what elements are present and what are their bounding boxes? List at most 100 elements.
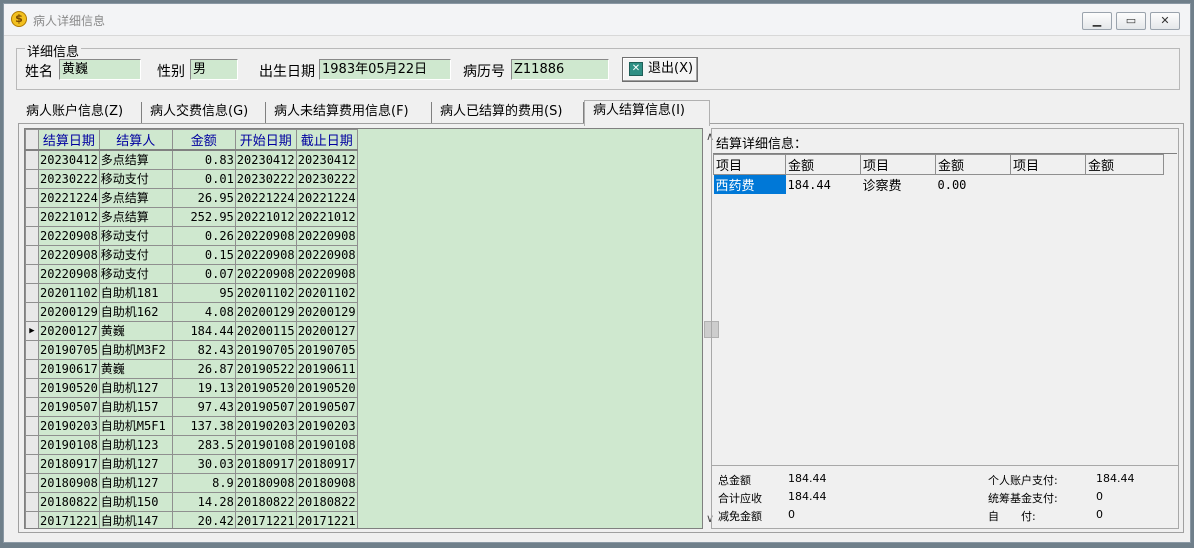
table-cell[interactable]: 20221012 (234, 206, 297, 227)
row-indicator[interactable] (25, 225, 39, 246)
table-cell[interactable]: 26.95 (171, 187, 236, 208)
table-cell[interactable]: 97.43 (171, 396, 236, 417)
table-cell[interactable]: 20220908 (38, 263, 100, 284)
table-row[interactable]: 20190705 自助机M3F2 82.43 20190705 20190705 (25, 339, 358, 360)
current-row-indicator-icon[interactable]: ▶ (25, 320, 39, 341)
table-cell[interactable]: 20200129 (295, 301, 358, 322)
table-cell[interactable]: 184.44 (171, 320, 236, 341)
table-row[interactable]: 20190617 黄巍 26.87 20190522 20190611 (25, 358, 358, 379)
table-cell[interactable]: 移动支付 (98, 168, 173, 189)
table-row[interactable]: 20220908 移动支付 0.15 20220908 20220908 (25, 244, 358, 265)
table-cell[interactable]: 20220908 (295, 244, 358, 265)
table-cell[interactable]: 0.07 (171, 263, 236, 284)
tab-unsettled[interactable]: 病人未结算费用信息(F) (266, 102, 432, 124)
table-cell[interactable]: 8.9 (171, 472, 236, 493)
table-cell[interactable]: 20190705 (295, 339, 358, 360)
table-cell[interactable]: 20230412 (38, 149, 100, 170)
table-cell[interactable]: 20180908 (234, 472, 297, 493)
tab-account[interactable]: 病人账户信息(Z) (18, 102, 142, 124)
tab-settlement-info[interactable]: 病人结算信息(I) (584, 100, 710, 126)
detail-cell[interactable]: 184.44 (786, 175, 861, 195)
table-cell[interactable]: 20201102 (295, 282, 358, 303)
table-cell[interactable]: 20220908 (234, 244, 297, 265)
table-cell[interactable]: 20171221 (295, 510, 358, 528)
table-row[interactable]: 20190520 自助机127 19.13 20190520 20190520 (25, 377, 358, 398)
table-cell[interactable]: 20190705 (234, 339, 297, 360)
table-row[interactable]: 20190108 自助机123 283.5 20190108 20190108 (25, 434, 358, 455)
row-indicator[interactable] (25, 396, 39, 417)
table-cell[interactable]: 20200129 (234, 301, 297, 322)
table-cell[interactable]: 20190507 (38, 396, 100, 417)
table-cell[interactable]: 20190203 (38, 415, 100, 436)
row-indicator[interactable] (25, 491, 39, 512)
row-indicator[interactable] (25, 453, 39, 474)
table-cell[interactable]: 20190203 (295, 415, 358, 436)
title-bar[interactable]: $ 病人详细信息 ▁ ▭ ✕ (4, 4, 1190, 36)
table-cell[interactable]: 0.26 (171, 225, 236, 246)
table-cell[interactable]: 20230412 (234, 149, 297, 170)
table-cell[interactable]: 137.38 (171, 415, 236, 436)
table-cell[interactable]: 20171221 (38, 510, 100, 528)
table-cell[interactable]: 自助机150 (98, 491, 173, 512)
table-cell[interactable]: 20201102 (234, 282, 297, 303)
table-cell[interactable]: 自助机127 (98, 377, 173, 398)
table-cell[interactable]: 20220908 (38, 244, 100, 265)
table-row[interactable]: 20190203 自助机M5F1 137.38 20190203 20190203 (25, 415, 358, 436)
table-cell[interactable]: 252.95 (171, 206, 236, 227)
gender-field[interactable]: 男 (190, 59, 238, 80)
row-indicator[interactable] (25, 168, 39, 189)
table-cell[interactable]: 20221224 (295, 187, 358, 208)
table-cell[interactable]: 20190203 (234, 415, 297, 436)
table-cell[interactable]: 自助机157 (98, 396, 173, 417)
table-cell[interactable]: 0.15 (171, 244, 236, 265)
row-indicator[interactable] (25, 206, 39, 227)
table-cell[interactable]: 20230222 (234, 168, 297, 189)
table-cell[interactable]: 多点结算 (98, 187, 173, 208)
table-cell[interactable]: 20190611 (295, 358, 358, 379)
table-row[interactable]: ▶ 20200127 黄巍 184.44 20200115 20200127 (25, 320, 358, 341)
settlement-detail-grid[interactable]: 项目 金额 项目 金额 项目 金额 西药费 184.44 诊察费 0.00 (713, 153, 1177, 465)
table-cell[interactable]: 20190705 (38, 339, 100, 360)
table-cell[interactable]: 20190520 (295, 377, 358, 398)
table-cell[interactable]: 移动支付 (98, 225, 173, 246)
table-cell[interactable]: 30.03 (171, 453, 236, 474)
table-cell[interactable]: 19.13 (171, 377, 236, 398)
table-row[interactable]: 20201102 自助机181 95 20201102 20201102 (25, 282, 358, 303)
row-indicator[interactable] (25, 472, 39, 493)
detail-cell[interactable]: 西药费 (713, 174, 786, 194)
table-row[interactable]: 20190507 自助机157 97.43 20190507 20190507 (25, 396, 358, 417)
table-cell[interactable]: 20221224 (38, 187, 100, 208)
maximize-button[interactable]: ▭ (1116, 12, 1146, 30)
dob-field[interactable]: 1983年05月22日 (319, 59, 451, 80)
table-cell[interactable]: 20200127 (38, 320, 100, 341)
exit-button[interactable]: ✕ 退出(X) (622, 57, 698, 82)
row-indicator[interactable] (25, 301, 39, 322)
table-row[interactable]: 20221012 多点结算 252.95 20221012 20221012 (25, 206, 358, 227)
table-cell[interactable]: 自助机181 (98, 282, 173, 303)
detail-cell[interactable]: 诊察费 (861, 175, 936, 194)
table-cell[interactable]: 20180822 (295, 491, 358, 512)
table-cell[interactable]: 95 (171, 282, 236, 303)
table-cell[interactable]: 20220908 (38, 225, 100, 246)
table-cell[interactable]: 20190507 (234, 396, 297, 417)
table-row[interactable]: 20220908 移动支付 0.07 20220908 20220908 (25, 263, 358, 284)
row-indicator[interactable] (25, 282, 39, 303)
table-row[interactable]: 20180908 自助机127 8.9 20180908 20180908 (25, 472, 358, 493)
table-cell[interactable]: 移动支付 (98, 244, 173, 265)
table-cell[interactable]: 20171221 (234, 510, 297, 528)
table-cell[interactable]: 20180908 (38, 472, 100, 493)
table-cell[interactable]: 黄巍 (98, 320, 173, 341)
table-cell[interactable]: 移动支付 (98, 263, 173, 284)
table-cell[interactable]: 20220908 (295, 263, 358, 284)
table-cell[interactable]: 0.83 (171, 149, 236, 170)
row-indicator[interactable] (25, 244, 39, 265)
table-cell[interactable]: 20200115 (234, 320, 297, 341)
settlement-grid[interactable]: 结算日期 结算人 金额 开始日期 截止日期 20230412 多点结算 0.83 20… (24, 128, 703, 529)
table-cell[interactable]: 自助机123 (98, 434, 173, 455)
table-cell[interactable]: 82.43 (171, 339, 236, 360)
table-cell[interactable]: 多点结算 (98, 206, 173, 227)
row-indicator[interactable] (25, 510, 39, 528)
table-cell[interactable]: 20190108 (295, 434, 358, 455)
table-row[interactable]: 20221224 多点结算 26.95 20221224 20221224 (25, 187, 358, 208)
name-field[interactable]: 黄巍 (59, 59, 141, 80)
